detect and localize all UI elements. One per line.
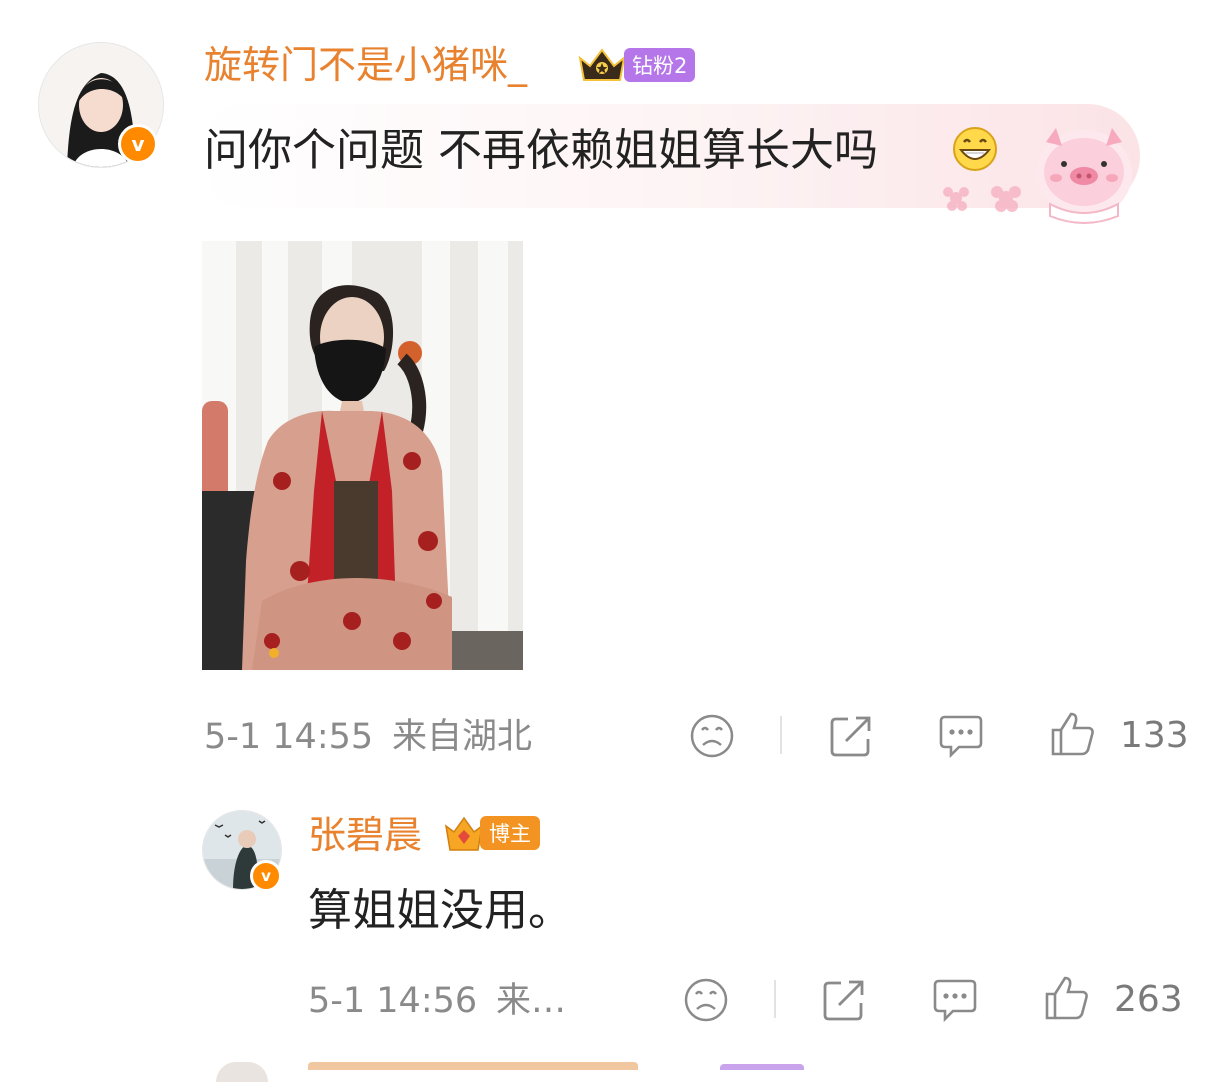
next-comment-name-partial <box>308 1062 638 1070</box>
next-comment-avatar-partial <box>216 1062 268 1082</box>
comment-location: 来自湖北 <box>392 717 533 757</box>
comment-timestamp: 5-1 14:55 <box>204 717 374 757</box>
crown-icon <box>578 48 626 81</box>
reply-location: 来… <box>496 981 567 1021</box>
comment-icon[interactable] <box>931 977 979 1023</box>
comment-photo[interactable] <box>202 241 523 670</box>
sad-face-icon[interactable] <box>683 977 729 1023</box>
comment-text: 问你个问题 不再依赖姐姐算长大吗 <box>204 125 878 176</box>
fan-level-badge: 钻粉2 <box>624 48 696 82</box>
verified-v-icon: v <box>118 124 158 164</box>
share-icon[interactable] <box>828 713 874 759</box>
verified-v-icon: v <box>250 860 282 892</box>
sad-face-icon[interactable] <box>689 713 735 759</box>
reply-like-count: 263 <box>1114 979 1183 1020</box>
thumbs-up-icon[interactable] <box>1049 710 1097 758</box>
next-comment-badge-partial <box>720 1064 804 1070</box>
thumbs-up-icon[interactable] <box>1043 974 1091 1022</box>
action-divider <box>780 716 782 754</box>
reply-text: 算姐姐没用。 <box>308 885 572 936</box>
blogger-badge: 博主 <box>480 816 540 850</box>
reply-timestamp: 5-1 14:56 <box>308 981 478 1021</box>
pig-sticker-icon <box>943 128 1132 224</box>
reply-username[interactable]: 张碧晨 <box>308 812 422 858</box>
share-icon[interactable] <box>821 977 867 1023</box>
commenter-username[interactable]: 旋转门不是小猪咪_ <box>204 42 527 88</box>
action-divider <box>774 980 776 1018</box>
comment-icon[interactable] <box>937 713 985 759</box>
like-count: 133 <box>1120 715 1189 756</box>
